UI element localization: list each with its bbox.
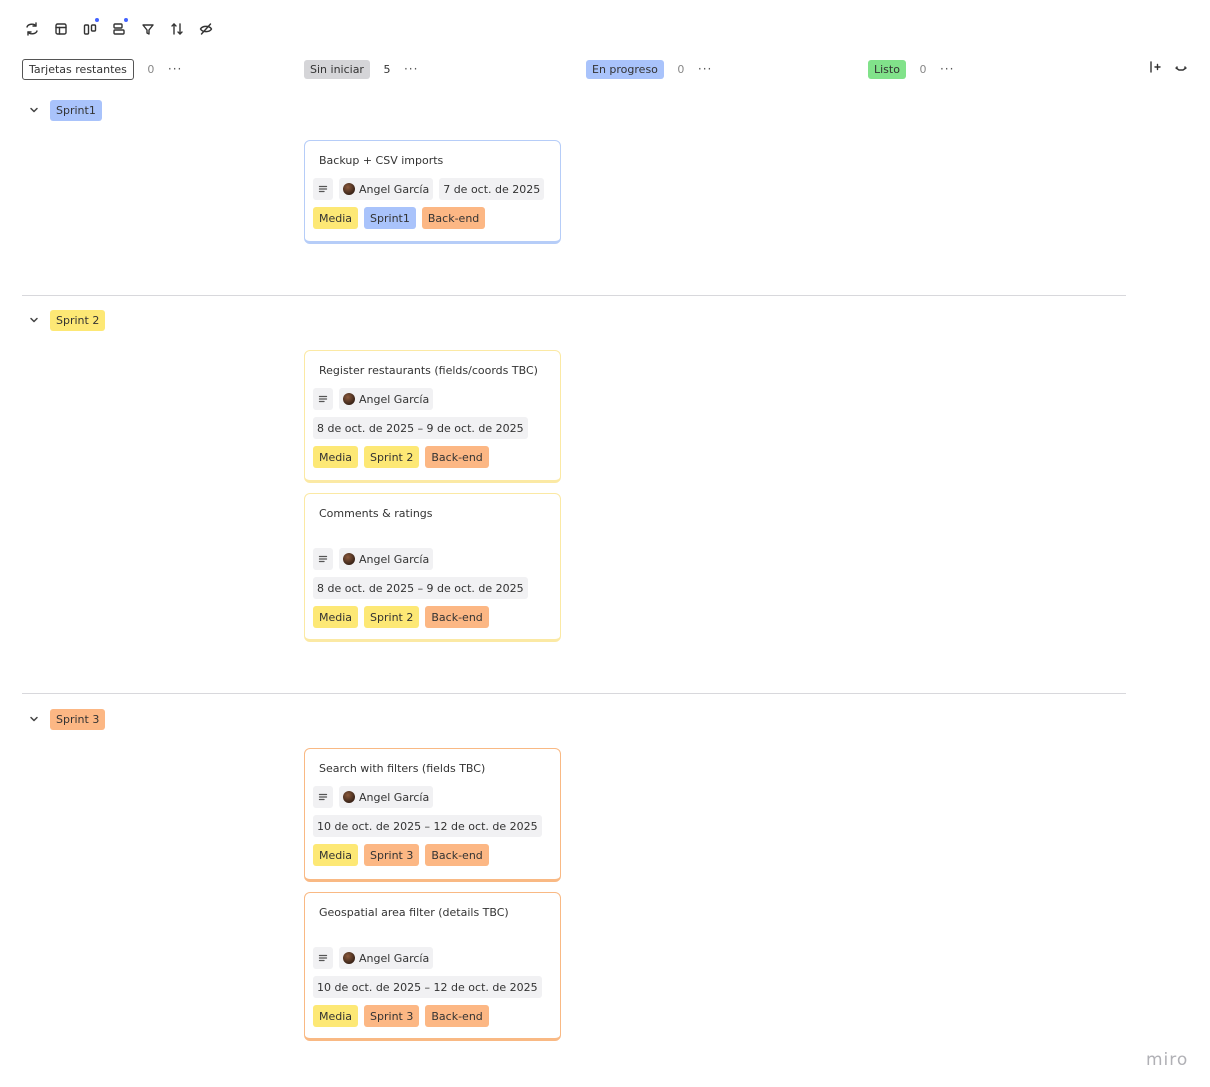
- description-icon: [313, 178, 333, 200]
- columns-icon[interactable]: [80, 18, 99, 38]
- area-tag: Back-end: [421, 207, 486, 229]
- more-icon[interactable]: ···: [698, 62, 712, 76]
- active-dot: [95, 18, 99, 22]
- assignee-chip[interactable]: Angel García: [339, 548, 434, 570]
- sprint-tag: Sprint 2: [364, 606, 420, 628]
- column-label[interactable]: Tarjetas restantes: [22, 58, 134, 80]
- card[interactable]: Backup + CSV imports Angel García 7 de o…: [304, 140, 561, 244]
- date-chip[interactable]: 10 de oct. de 2025 – 12 de oct. de 2025: [313, 815, 542, 837]
- area-tag: Back-end: [425, 844, 489, 866]
- lane-header-sprint2: Sprint 2: [28, 309, 106, 331]
- hide-icon[interactable]: [196, 19, 215, 38]
- chevron-down-icon[interactable]: [28, 104, 40, 116]
- column-header-remaining: Tarjetas restantes 0 ···: [22, 57, 182, 81]
- assignee-name: Angel García: [359, 790, 430, 804]
- assignee-name: Angel García: [359, 951, 430, 965]
- description-icon: [313, 947, 333, 969]
- column-label[interactable]: En progreso: [586, 59, 664, 79]
- assignee-chip[interactable]: Angel García: [339, 947, 434, 969]
- description-icon: [313, 388, 333, 410]
- lane-tag: Sprint1: [50, 99, 102, 121]
- avatar: [343, 183, 355, 195]
- assignee-chip[interactable]: Angel García: [339, 388, 434, 410]
- lane-divider: [22, 295, 1126, 296]
- priority-tag: Media: [313, 844, 359, 866]
- more-icon[interactable]: ···: [404, 62, 418, 76]
- more-icon[interactable]: ···: [940, 62, 954, 76]
- column-header-not-started: Sin iniciar 5 ···: [304, 57, 418, 81]
- layout-icon[interactable]: [51, 19, 70, 38]
- area-tag: Back-end: [425, 606, 489, 628]
- assignee-name: Angel García: [359, 392, 430, 406]
- column-count: 0: [677, 62, 685, 76]
- date-chip[interactable]: 7 de oct. de 2025: [439, 178, 545, 200]
- rows-icon[interactable]: [109, 18, 128, 38]
- priority-tag: Media: [313, 1005, 359, 1027]
- card-title: Search with filters (fields TBC): [319, 762, 486, 775]
- lane-header-sprint1: Sprint1: [28, 99, 102, 121]
- assignee-chip[interactable]: Angel García: [339, 178, 434, 200]
- column-label[interactable]: Listo: [868, 59, 906, 79]
- card[interactable]: Search with filters (fields TBC) Angel G…: [304, 748, 561, 882]
- collapse-icon[interactable]: [1174, 60, 1188, 77]
- lane-tag: Sprint 2: [50, 309, 106, 331]
- toolbar: [22, 18, 215, 38]
- area-tag: Back-end: [425, 1005, 489, 1027]
- date-chip[interactable]: 10 de oct. de 2025 – 12 de oct. de 2025: [313, 976, 542, 998]
- avatar: [343, 393, 355, 405]
- column-count: 0: [919, 62, 927, 76]
- lane-tag: Sprint 3: [50, 708, 106, 730]
- add-column-icon[interactable]: [1148, 60, 1162, 77]
- sprint-tag: Sprint 2: [364, 446, 420, 468]
- filter-icon[interactable]: [138, 19, 157, 38]
- area-tag: Back-end: [425, 446, 489, 468]
- active-dot: [124, 18, 128, 22]
- card-title: Register restaurants (fields/coords TBC): [319, 364, 538, 377]
- assignee-name: Angel García: [359, 182, 430, 196]
- priority-tag: Media: [313, 207, 359, 229]
- date-chip[interactable]: 8 de oct. de 2025 – 9 de oct. de 2025: [313, 417, 528, 439]
- avatar: [343, 553, 355, 565]
- sort-icon[interactable]: [167, 19, 186, 38]
- sprint-tag: Sprint 3: [364, 1005, 420, 1027]
- priority-tag: Media: [313, 446, 359, 468]
- card[interactable]: Geospatial area filter (details TBC) Ang…: [304, 892, 561, 1041]
- more-icon[interactable]: ···: [168, 62, 182, 76]
- chevron-down-icon[interactable]: [28, 314, 40, 326]
- column-label[interactable]: Sin iniciar: [304, 59, 370, 79]
- brand-logo: miro: [1146, 1050, 1189, 1070]
- header-actions: [1148, 60, 1188, 77]
- sprint-tag: Sprint1: [364, 207, 416, 229]
- priority-tag: Media: [313, 606, 359, 628]
- assignee-chip[interactable]: Angel García: [339, 786, 434, 808]
- avatar: [343, 791, 355, 803]
- chevron-down-icon[interactable]: [28, 713, 40, 725]
- description-icon: [313, 548, 333, 570]
- column-count: 5: [383, 62, 391, 76]
- lane-divider: [22, 693, 1126, 694]
- card[interactable]: Register restaurants (fields/coords TBC)…: [304, 350, 561, 483]
- description-icon: [313, 786, 333, 808]
- avatar: [343, 952, 355, 964]
- lane-header-sprint3: Sprint 3: [28, 708, 106, 730]
- card-title: Geospatial area filter (details TBC): [319, 906, 509, 919]
- card-title: Backup + CSV imports: [319, 154, 444, 167]
- sync-icon[interactable]: [22, 19, 41, 38]
- assignee-name: Angel García: [359, 552, 430, 566]
- column-header-done: Listo 0 ···: [868, 57, 954, 81]
- column-header-in-progress: En progreso 0 ···: [586, 57, 712, 81]
- column-count: 0: [147, 62, 155, 76]
- card-title: Comments & ratings: [319, 507, 433, 520]
- card[interactable]: Comments & ratings Angel García 8 de oct…: [304, 493, 561, 642]
- date-chip[interactable]: 8 de oct. de 2025 – 9 de oct. de 2025: [313, 577, 528, 599]
- sprint-tag: Sprint 3: [364, 844, 420, 866]
